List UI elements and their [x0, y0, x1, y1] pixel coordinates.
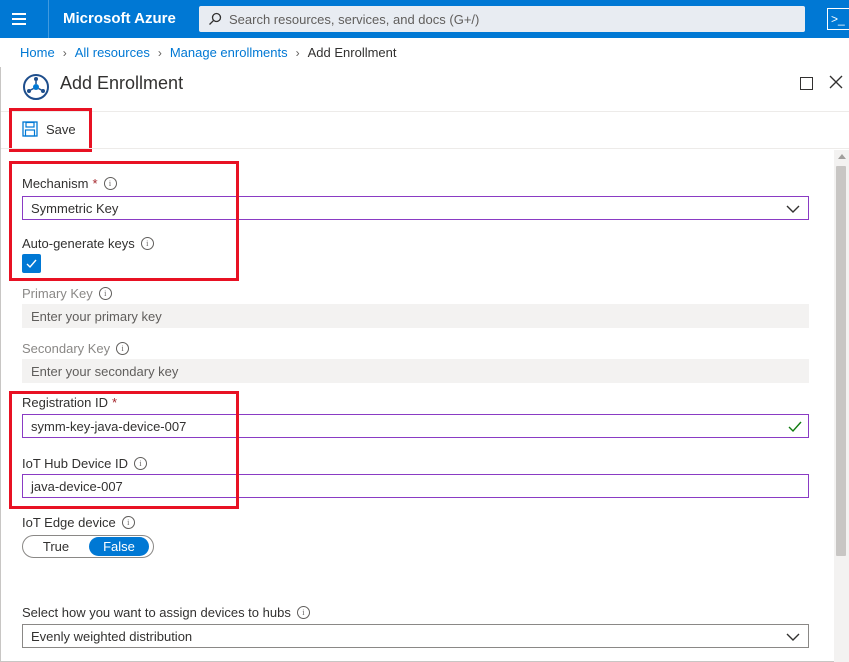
header-divider [1, 111, 849, 112]
assign-hubs-label-text: Select how you want to assign devices to… [22, 605, 291, 620]
primary-key-placeholder: Enter your primary key [31, 308, 162, 324]
required-marker: * [111, 395, 118, 410]
assign-hubs-value: Evenly weighted distribution [31, 628, 193, 644]
registration-id-input[interactable]: symm-key-java-device-007 [22, 414, 809, 438]
mechanism-label: Mechanism * i [22, 176, 117, 191]
save-label: Save [46, 121, 76, 137]
auto-generate-label-text: Auto-generate keys [22, 236, 135, 251]
mechanism-value: Symmetric Key [31, 200, 119, 216]
primary-key-label-text: Primary Key [22, 286, 93, 301]
info-icon[interactable]: i [116, 342, 130, 355]
save-icon [22, 121, 38, 137]
info-icon[interactable]: i [103, 177, 117, 190]
primary-key-label: Primary Key i [22, 286, 112, 301]
registration-id-label-text: Registration ID [22, 395, 108, 410]
brand-name[interactable]: Microsoft Azure [48, 0, 176, 38]
chevron-right-icon: › [62, 45, 67, 60]
cloud-shell-icon[interactable]: >_ [827, 8, 849, 30]
secondary-key-input: Enter your secondary key [22, 359, 809, 383]
breadcrumb: Home › All resources › Manage enrollment… [20, 45, 397, 60]
iot-hub-device-id-input[interactable]: java-device-007 [22, 474, 809, 498]
assign-hubs-label: Select how you want to assign devices to… [22, 605, 310, 620]
scrollbar-thumb[interactable] [836, 166, 846, 556]
search-input[interactable] [229, 11, 789, 27]
top-bar: Microsoft Azure >_ [0, 0, 849, 38]
iot-edge-label: IoT Edge device i [22, 515, 135, 530]
global-search[interactable] [199, 6, 805, 32]
vertical-scrollbar[interactable] [834, 150, 849, 662]
chevron-down-icon [786, 205, 800, 213]
secondary-key-label-text: Secondary Key [22, 341, 111, 356]
registration-id-label: Registration ID * [22, 395, 117, 410]
iot-edge-label-text: IoT Edge device [22, 515, 116, 530]
breadcrumb-current: Add Enrollment [307, 45, 397, 60]
breadcrumb-manage-enrollments[interactable]: Manage enrollments [170, 45, 288, 60]
toolbar-divider [1, 148, 849, 149]
assign-hubs-select[interactable]: Evenly weighted distribution [22, 624, 809, 648]
mechanism-label-text: Mechanism [22, 176, 89, 191]
save-button[interactable]: Save [22, 121, 76, 137]
info-icon[interactable]: i [98, 287, 112, 300]
iot-hub-device-id-label: IoT Hub Device ID i [22, 456, 147, 471]
valid-check-icon [788, 421, 802, 433]
scroll-up-icon[interactable] [838, 154, 846, 159]
search-icon [209, 12, 222, 25]
iot-edge-true-option[interactable]: True [23, 537, 89, 556]
menu-icon[interactable] [0, 0, 38, 38]
info-icon[interactable]: i [133, 457, 147, 470]
chevron-right-icon: › [157, 45, 162, 60]
secondary-key-placeholder: Enter your secondary key [31, 363, 179, 379]
chevron-right-icon: › [295, 45, 300, 60]
maximize-icon[interactable] [800, 77, 813, 90]
auto-generate-checkbox[interactable] [22, 254, 41, 273]
iot-hub-device-id-label-text: IoT Hub Device ID [22, 456, 128, 471]
page-title: Add Enrollment [60, 73, 184, 93]
breadcrumb-all-resources[interactable]: All resources [75, 45, 150, 60]
dps-service-icon [23, 74, 49, 100]
registration-id-value: symm-key-java-device-007 [31, 418, 187, 434]
info-icon[interactable]: i [121, 516, 135, 529]
required-marker: * [92, 176, 98, 191]
iot-edge-false-option[interactable]: False [89, 537, 149, 556]
iot-hub-device-id-value: java-device-007 [31, 478, 123, 494]
primary-key-input: Enter your primary key [22, 304, 809, 328]
info-icon[interactable]: i [296, 606, 310, 619]
chevron-down-icon [786, 633, 800, 641]
breadcrumb-home[interactable]: Home [20, 45, 55, 60]
secondary-key-label: Secondary Key i [22, 341, 130, 356]
mechanism-select[interactable]: Symmetric Key [22, 196, 809, 220]
close-icon[interactable] [829, 75, 843, 89]
iot-edge-toggle[interactable]: True False [22, 535, 154, 558]
info-icon[interactable]: i [140, 237, 154, 250]
checkmark-icon [26, 259, 37, 269]
auto-generate-label: Auto-generate keys i [22, 236, 154, 251]
